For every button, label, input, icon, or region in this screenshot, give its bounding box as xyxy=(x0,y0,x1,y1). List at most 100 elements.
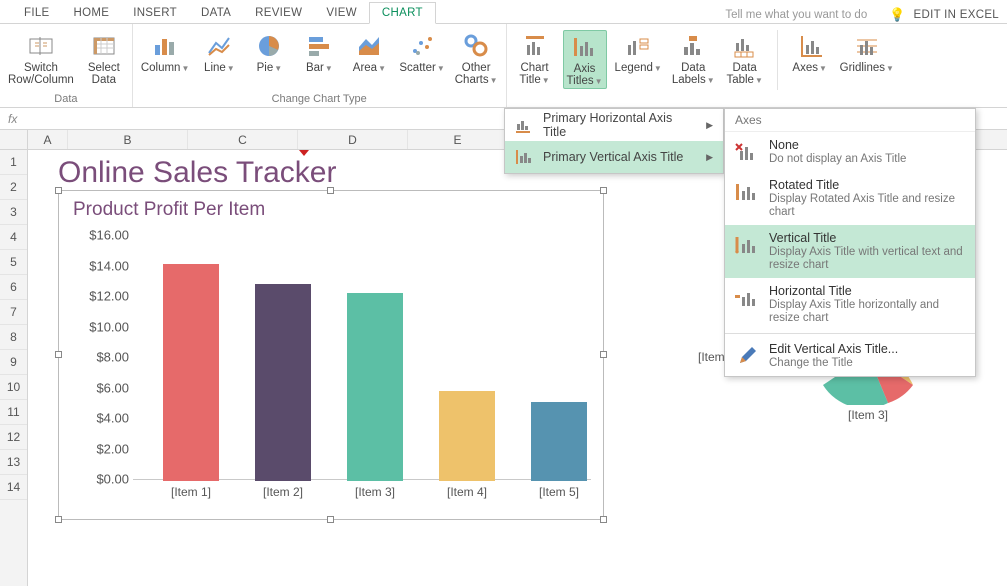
x-axis-category: [Item 5] xyxy=(519,485,599,499)
line-chart-icon xyxy=(205,32,233,60)
row-header[interactable]: 4 xyxy=(0,225,27,250)
scatter-chart-icon xyxy=(408,32,436,60)
axes-icon xyxy=(796,32,824,60)
row-header[interactable]: 5 xyxy=(0,250,27,275)
y-axis-tick: $0.00 xyxy=(79,472,129,487)
row-header[interactable]: 6 xyxy=(0,275,27,300)
x-axis-category: [Item 3] xyxy=(335,485,415,499)
y-axis-tick: $14.00 xyxy=(79,258,129,273)
pencil-icon xyxy=(733,342,761,370)
bar-chart-icon xyxy=(305,32,333,60)
scatter-chart-button[interactable]: Scatter▼ xyxy=(397,30,446,75)
legend-button[interactable]: Legend▼ xyxy=(613,30,664,75)
x-axis-category: [Item 4] xyxy=(427,485,507,499)
y-axis-tick: $2.00 xyxy=(79,441,129,456)
horz-icon xyxy=(733,284,761,312)
select-data-icon xyxy=(90,32,118,60)
tab-review[interactable]: REVIEW xyxy=(243,3,314,23)
column-header[interactable]: C xyxy=(188,130,298,149)
submenu-arrow-icon: ▶ xyxy=(706,152,713,163)
row-header[interactable]: 2 xyxy=(0,175,27,200)
chart-title-button[interactable]: Chart Title▼ xyxy=(513,30,557,87)
y-axis-tick: $16.00 xyxy=(79,228,129,243)
other-charts-icon xyxy=(462,32,490,60)
y-axis-tick: $4.00 xyxy=(79,411,129,426)
tab-home[interactable]: HOME xyxy=(62,3,122,23)
column-header[interactable]: D xyxy=(298,130,408,149)
column-header[interactable]: B xyxy=(68,130,188,149)
row-header[interactable]: 13 xyxy=(0,450,27,475)
lightbulb-icon: 💡 xyxy=(889,7,905,23)
pie-chart-button[interactable]: Pie▼ xyxy=(247,30,291,75)
tab-view[interactable]: VIEW xyxy=(314,3,369,23)
tab-data[interactable]: DATA xyxy=(189,3,243,23)
y-axis-tick: $10.00 xyxy=(79,319,129,334)
row-header[interactable]: 11 xyxy=(0,400,27,425)
data-table-button[interactable]: Data Table▼ xyxy=(723,30,767,87)
tab-insert[interactable]: INSERT xyxy=(121,3,189,23)
row-header[interactable]: 7 xyxy=(0,300,27,325)
column-chart-button[interactable]: Column▼ xyxy=(139,30,192,75)
dd2-edit-title[interactable]: Edit Vertical Axis Title... Change the T… xyxy=(725,336,975,376)
dd2-option-horizontal-title[interactable]: Horizontal TitleDisplay Axis Title horiz… xyxy=(725,278,975,331)
dd2-option-rotated-title[interactable]: Rotated TitleDisplay Rotated Axis Title … xyxy=(725,172,975,225)
area-chart-button[interactable]: Area▼ xyxy=(347,30,391,75)
chart-bar[interactable] xyxy=(163,264,219,481)
x-axis-category: [Item 1] xyxy=(151,485,231,499)
sheet-title: Online Sales Tracker xyxy=(58,156,336,190)
axes-button[interactable]: Axes▼ xyxy=(788,30,832,75)
row-header[interactable]: 8 xyxy=(0,325,27,350)
other-charts-button[interactable]: Other Charts▼ xyxy=(453,30,500,87)
chart-bar[interactable] xyxy=(347,293,403,481)
none-icon xyxy=(733,138,761,166)
chart-title-text: Product Profit Per Item xyxy=(73,199,265,221)
row-header[interactable]: 10 xyxy=(0,375,27,400)
chart-bar[interactable] xyxy=(255,284,311,481)
vert-icon xyxy=(733,231,761,259)
ribbon: Switch Row/Column Select Data Data Colum… xyxy=(0,24,1007,108)
axis-titles-button[interactable]: Axis Titles▼ xyxy=(563,30,607,89)
group-label-type: Change Chart Type xyxy=(139,91,500,107)
dd2-option-none[interactable]: NoneDo not display an Axis Title xyxy=(725,132,975,172)
dd1-vertical-axis-title[interactable]: Primary Vertical Axis Title ▶ xyxy=(505,141,723,173)
tab-file[interactable]: FILE xyxy=(12,3,62,23)
legend-icon xyxy=(624,32,652,60)
x-axis-category: [Item 2] xyxy=(243,485,323,499)
embedded-chart[interactable]: Product Profit Per Item $0.00 $2.00 $4.00 $… xyxy=(58,190,604,520)
pie-label-top: [Item xyxy=(698,350,725,364)
chart-title-icon xyxy=(521,32,549,60)
gridlines-button[interactable]: Gridlines▼ xyxy=(838,30,896,75)
comment-indicator-icon xyxy=(299,150,309,156)
row-header[interactable]: 14 xyxy=(0,475,27,500)
vertical-axis-icon xyxy=(515,148,533,166)
dd2-option-vertical-title[interactable]: Vertical TitleDisplay Axis Title with ve… xyxy=(725,225,975,278)
row-header[interactable]: 1 xyxy=(0,150,27,175)
column-header[interactable]: A xyxy=(28,130,68,149)
dd1-horizontal-axis-title[interactable]: Primary Horizontal Axis Title ▶ xyxy=(505,109,723,141)
tab-chart[interactable]: CHART xyxy=(369,2,436,24)
chart-bar[interactable] xyxy=(439,391,495,481)
pie-chart-icon xyxy=(255,32,283,60)
gridlines-icon xyxy=(853,32,881,60)
data-table-icon xyxy=(731,32,759,60)
horizontal-axis-icon xyxy=(515,116,533,134)
select-data-button[interactable]: Select Data xyxy=(82,30,126,86)
chart-bar[interactable] xyxy=(531,402,587,481)
tell-me-search[interactable]: Tell me what you want to do xyxy=(721,7,881,23)
edit-in-excel-button[interactable]: EDIT IN EXCEL xyxy=(914,9,1000,21)
row-header[interactable]: 12 xyxy=(0,425,27,450)
bar-chart-button[interactable]: Bar▼ xyxy=(297,30,341,75)
plot-area: $0.00$2.00$4.00$6.00$8.00$10.00$12.00$14… xyxy=(79,235,591,495)
data-labels-button[interactable]: Data Labels▼ xyxy=(670,30,717,87)
axis-titles-dropdown: Primary Horizontal Axis Title ▶ Primary … xyxy=(504,108,724,174)
line-chart-button[interactable]: Line▼ xyxy=(197,30,241,75)
column-header[interactable]: E xyxy=(408,130,508,149)
switch-icon xyxy=(27,32,55,60)
data-labels-icon xyxy=(679,32,707,60)
switch-row-column-button[interactable]: Switch Row/Column xyxy=(6,30,76,86)
row-headers: 1234567891011121314 xyxy=(0,130,28,586)
rot-icon xyxy=(733,178,761,206)
row-header[interactable]: 3 xyxy=(0,200,27,225)
row-header[interactable]: 9 xyxy=(0,350,27,375)
area-chart-icon xyxy=(355,32,383,60)
